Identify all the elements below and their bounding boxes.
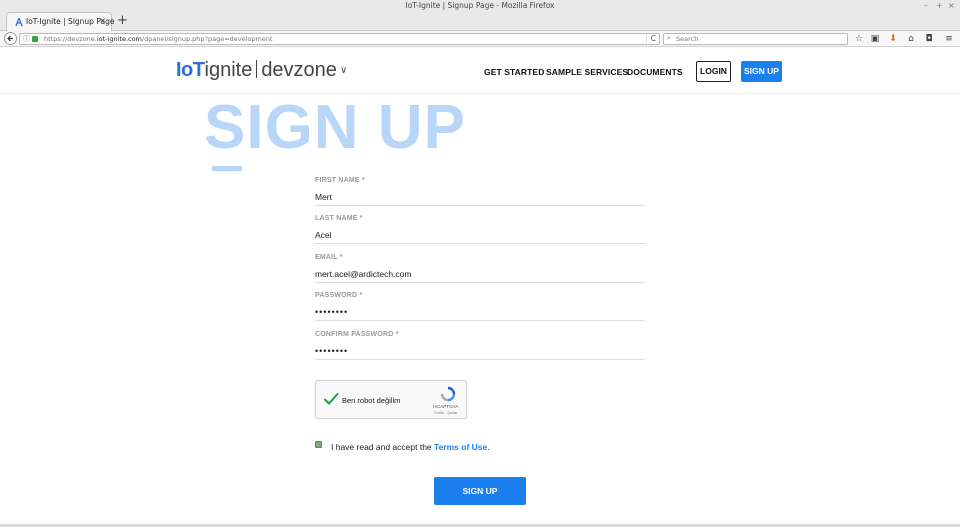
- nav-get-started[interactable]: GET STARTED: [484, 67, 544, 77]
- recaptcha-logo-icon: [440, 386, 456, 402]
- first-name-label: FIRST NAME *: [315, 177, 365, 184]
- close-window-button[interactable]: ×: [948, 1, 955, 10]
- tab-close-icon[interactable]: ×: [99, 16, 106, 25]
- terms-text: I have read and accept the Terms of Use.: [331, 442, 490, 452]
- login-button[interactable]: LOGIN: [696, 61, 731, 82]
- terms-prefix: I have read and accept the: [331, 442, 435, 452]
- maximize-button[interactable]: +: [936, 1, 943, 10]
- email-field: EMAIL *: [315, 254, 645, 286]
- checkmark-icon[interactable]: [323, 391, 339, 407]
- terms-checkbox[interactable]: [315, 441, 322, 448]
- last-name-input[interactable]: [315, 228, 645, 242]
- navigation-toolbar: ⓘ https://devzone.iot-ignite.com/dpanel/…: [0, 31, 960, 47]
- info-icon[interactable]: ⓘ: [23, 34, 30, 44]
- chevron-down-icon[interactable]: ∨: [340, 65, 347, 76]
- first-name-input[interactable]: [315, 190, 645, 204]
- header-signup-button[interactable]: SIGN UP: [741, 61, 782, 82]
- reload-icon[interactable]: C: [645, 34, 656, 43]
- confirm-password-underline: [315, 359, 645, 360]
- new-tab-button[interactable]: +: [117, 14, 128, 27]
- signup-submit-button[interactable]: SIGN UP: [434, 477, 526, 505]
- back-arrow-icon: [7, 35, 13, 42]
- logo-devzone-text: devzone: [261, 59, 337, 81]
- first-name-field: FIRST NAME *: [315, 177, 645, 209]
- menu-icon[interactable]: ≡: [943, 33, 955, 45]
- last-name-underline: [315, 243, 645, 244]
- email-input[interactable]: [315, 267, 645, 281]
- recaptcha-label: Ben robot değilim: [342, 396, 401, 405]
- confirm-password-input[interactable]: [315, 344, 645, 358]
- email-underline: [315, 282, 645, 283]
- download-icon[interactable]: ⬇: [887, 33, 899, 45]
- email-label: EMAIL *: [315, 254, 343, 261]
- minimize-button[interactable]: –: [924, 1, 928, 10]
- pocket-icon[interactable]: ◘: [923, 33, 935, 45]
- first-name-underline: [315, 205, 645, 206]
- nav-sample-services[interactable]: SAMPLE SERVICES: [546, 67, 628, 77]
- lock-icon[interactable]: [32, 36, 38, 42]
- recaptcha-widget[interactable]: Ben robot değilim reCAPTCHA Gizlilik - Ş…: [315, 380, 467, 419]
- search-bar[interactable]: ⌕: [663, 33, 848, 45]
- password-field: PASSWORD *: [315, 292, 645, 324]
- iot-ignite-devzone-logo[interactable]: IoTignite devzone ∨: [176, 59, 347, 81]
- last-name-field: LAST NAME *: [315, 215, 645, 247]
- last-name-label: LAST NAME *: [315, 215, 363, 222]
- site-header: IoTignite devzone ∨ GET STARTED SAMPLE SER…: [0, 48, 960, 94]
- confirm-password-field: CONFIRM PASSWORD *: [315, 331, 645, 363]
- password-input[interactable]: [315, 305, 645, 319]
- confirm-password-label: CONFIRM PASSWORD *: [315, 331, 399, 338]
- browser-tab[interactable]: IoT-Ignite | Signup Page ×: [6, 12, 114, 31]
- tab-strip: IoT-Ignite | Signup Page × +: [0, 11, 960, 31]
- reading-list-icon[interactable]: ▣: [869, 33, 881, 45]
- terms-of-use-link[interactable]: Terms of Use: [434, 442, 487, 452]
- password-underline: [315, 320, 645, 321]
- bookmark-star-icon[interactable]: ☆: [853, 33, 865, 45]
- page-title: SIGN UP: [204, 93, 466, 162]
- logo-ignite-text: ignite: [204, 59, 253, 81]
- search-icon: ⌕: [667, 34, 671, 42]
- back-button[interactable]: [4, 32, 17, 45]
- title-underline-decoration: [212, 166, 242, 171]
- window-title: IoT-Ignite | Signup Page - Mozilla Firef…: [405, 1, 555, 10]
- home-icon[interactable]: ⌂: [905, 33, 917, 45]
- terms-suffix: .: [487, 442, 490, 452]
- recaptcha-brand: reCAPTCHA: [433, 404, 459, 409]
- recaptcha-terms-link[interactable]: Gizlilik - Şartlar: [434, 411, 458, 415]
- url-bar[interactable]: ⓘ https://devzone.iot-ignite.com/dpanel/…: [19, 33, 660, 45]
- iot-ignite-favicon-icon: [15, 17, 23, 27]
- password-label: PASSWORD *: [315, 292, 363, 299]
- logo-iot-text: IoT: [176, 59, 205, 81]
- url-text[interactable]: https://devzone.iot-ignite.com/dpanel/si…: [44, 35, 273, 43]
- nav-documents[interactable]: DOCUMENTS: [627, 67, 683, 77]
- logo-divider: [256, 60, 258, 78]
- search-input[interactable]: [676, 34, 841, 44]
